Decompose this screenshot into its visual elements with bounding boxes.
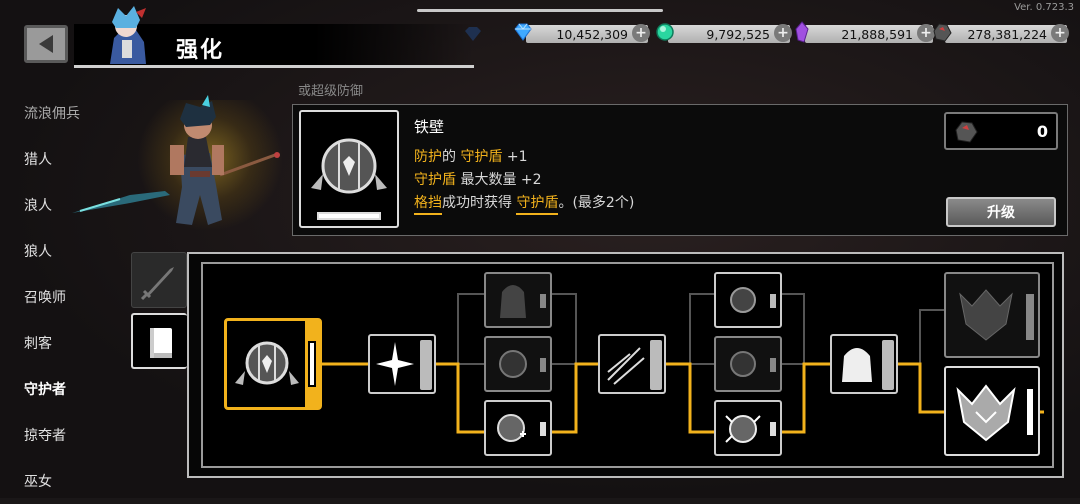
skill-node-crest[interactable]	[944, 366, 1040, 456]
node-lock-slot	[770, 294, 776, 308]
shield-icon	[730, 351, 756, 377]
node-level-gauge	[308, 341, 316, 387]
node-lock-slot	[540, 422, 546, 436]
skill-node-crest-locked[interactable]	[944, 272, 1040, 358]
node-level-gauge	[1026, 388, 1034, 436]
skill-node-shield-mid[interactable]	[714, 336, 782, 392]
node-lock-slot	[770, 358, 776, 372]
node-lock-slot	[770, 422, 776, 436]
node-level-dots	[650, 340, 662, 390]
node-lock-slot	[540, 294, 546, 308]
skill-node-shield-bash[interactable]	[714, 400, 782, 456]
skill-node-hood-locked[interactable]	[484, 272, 552, 328]
node-level-dots	[420, 340, 432, 390]
skill-node-shield-top[interactable]	[714, 272, 782, 328]
node-level-dots	[882, 340, 894, 390]
sparkle-icon	[376, 342, 414, 386]
skill-node-counter[interactable]	[598, 334, 666, 394]
node-lock-slot	[540, 358, 546, 372]
skill-node-hood[interactable]	[830, 334, 898, 394]
crest-icon	[959, 289, 1013, 341]
arrows-icon	[607, 347, 645, 385]
shield-icon	[235, 341, 299, 385]
hood-icon	[500, 285, 526, 318]
shield-icon	[499, 350, 527, 378]
skill-node-iron-wall[interactable]	[224, 318, 322, 410]
hood-icon	[842, 348, 872, 382]
shield-bash-icon	[725, 415, 761, 443]
shield-icon	[730, 287, 756, 313]
skill-node-flash[interactable]	[368, 334, 436, 394]
skill-node-shield-locked[interactable]	[484, 336, 552, 392]
crest-icon	[956, 384, 1016, 442]
skill-node-shield-plus[interactable]	[484, 400, 552, 456]
shield-plus-icon	[497, 414, 526, 442]
node-level-gauge	[1026, 294, 1034, 340]
